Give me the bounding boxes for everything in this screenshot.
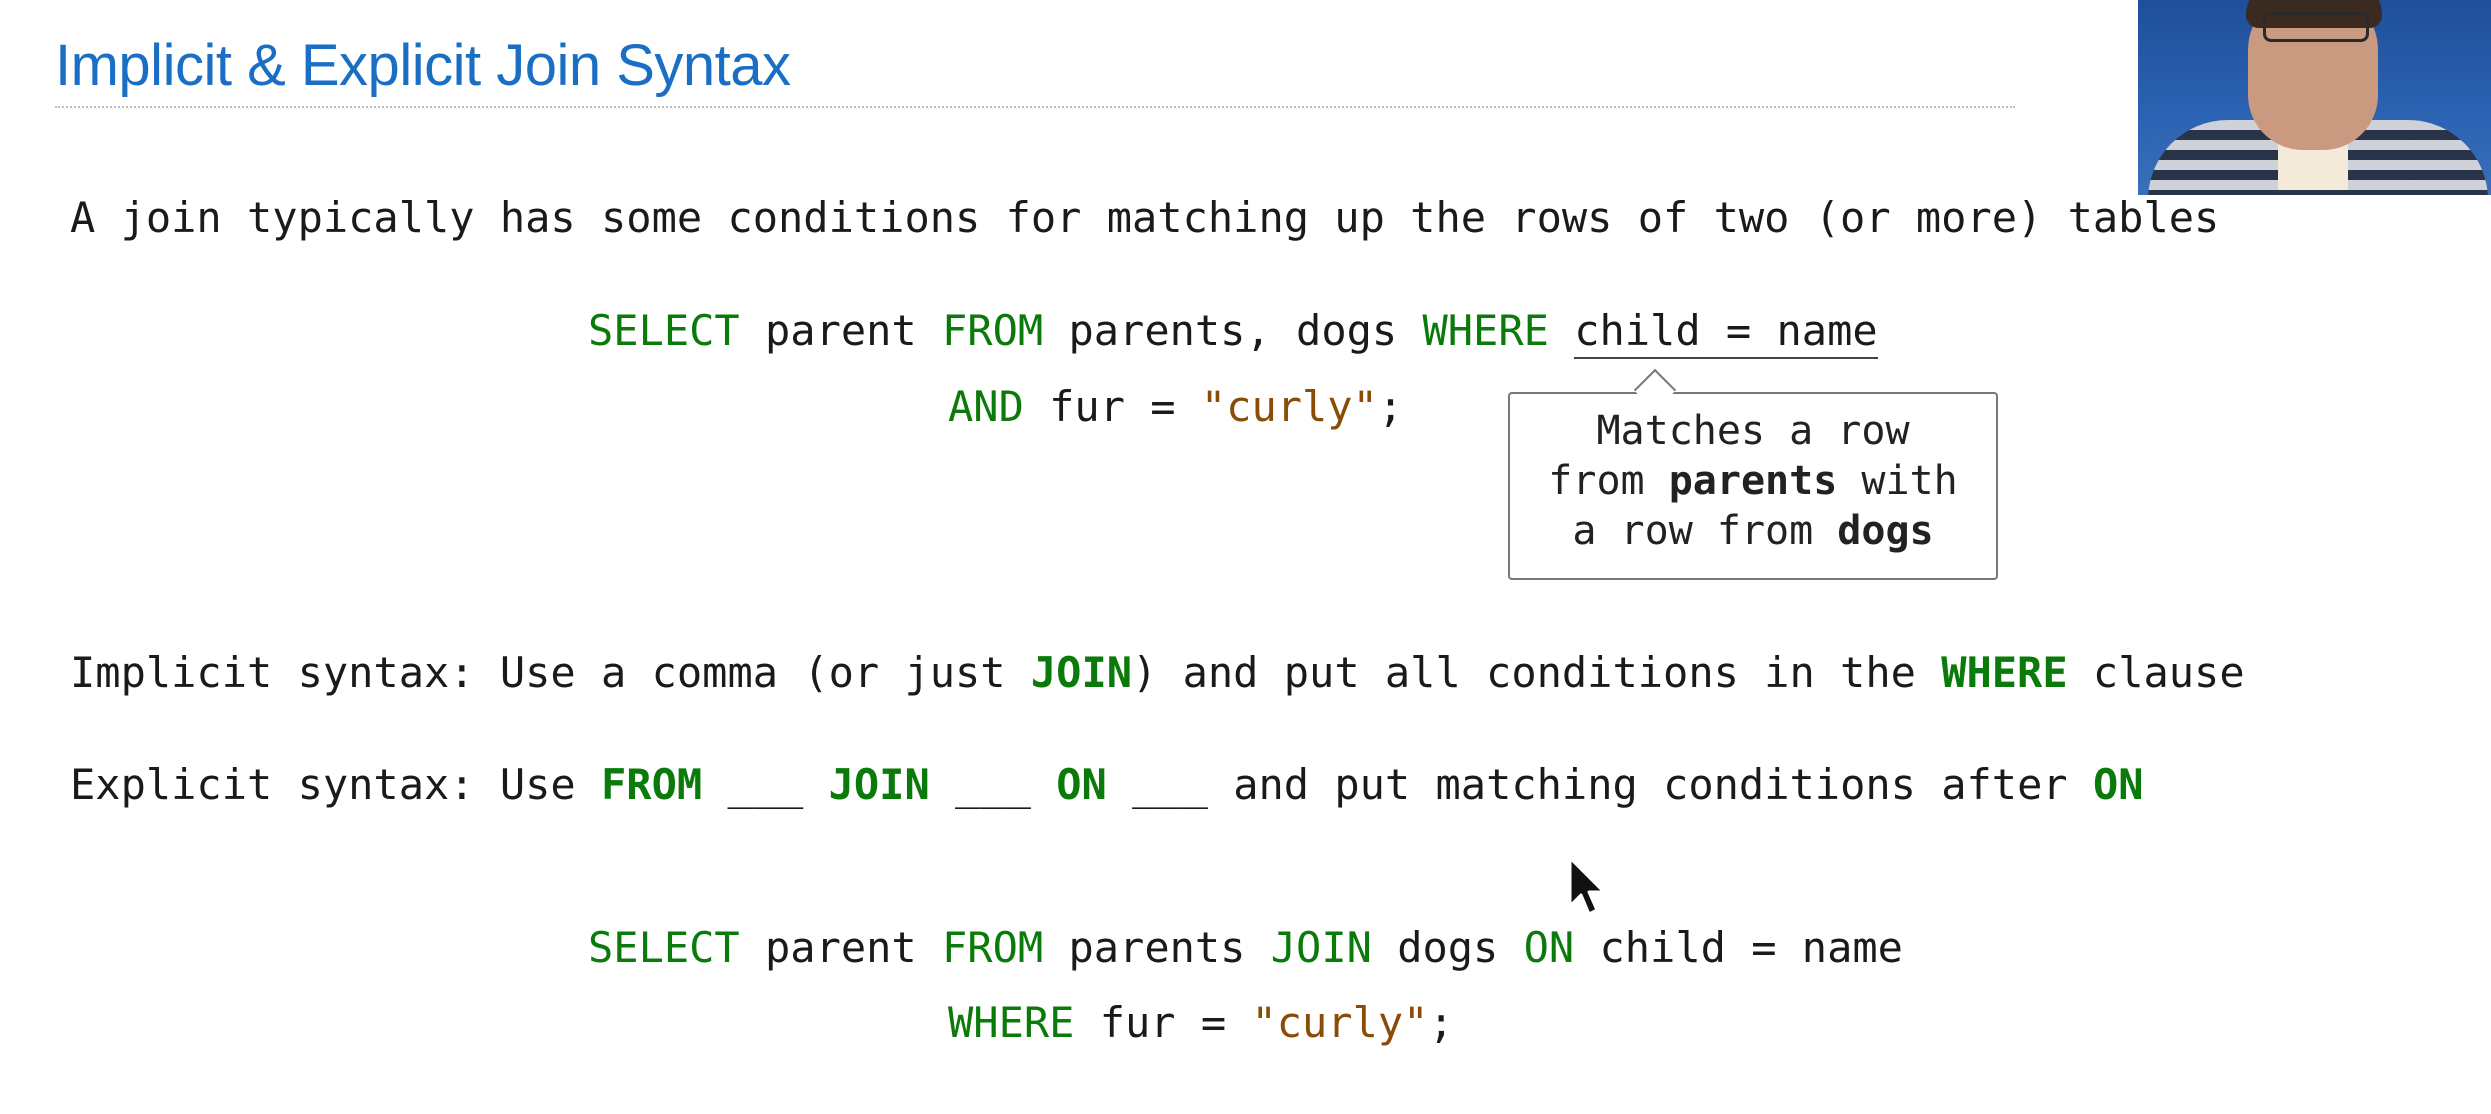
text: Implicit syntax: Use a comma (or just — [70, 648, 1031, 697]
presenter-video — [2138, 0, 2491, 195]
callout-text: a row from — [1572, 508, 1838, 554]
code-text: fur = — [1023, 382, 1201, 431]
keyword-from: FROM — [942, 306, 1044, 355]
keyword-join: JOIN — [828, 760, 930, 809]
code-text: dogs — [1371, 923, 1524, 972]
callout-line-1: Matches a row — [1596, 408, 1910, 454]
text: ___ — [702, 760, 829, 809]
query1-line2: AND fur = "curly"; — [948, 381, 1403, 433]
callout-bold-dogs: dogs — [1837, 508, 1934, 554]
keyword-on: ON — [1523, 923, 1575, 972]
query2-line1: SELECT parent FROM parents JOIN dogs ON … — [588, 922, 1903, 974]
code-text: parent — [739, 306, 943, 355]
text: clause — [2067, 648, 2245, 697]
text: ) and put all conditions in the — [1132, 648, 1942, 697]
callout-line-2: from parents with — [1510, 456, 1996, 506]
keyword-on: ON — [2092, 760, 2144, 809]
callout-text: with — [1837, 458, 1958, 504]
string-literal: "curly" — [1200, 382, 1378, 431]
query2-line2: WHERE fur = "curly"; — [948, 997, 1454, 1049]
code-text: parent — [739, 923, 943, 972]
keyword-and: AND — [948, 382, 1024, 431]
code-text: parents — [1043, 923, 1271, 972]
code-text: fur = — [1074, 998, 1252, 1047]
code-text: child = name — [1574, 923, 1903, 972]
explicit-syntax-text: Explicit syntax: Use FROM ___ JOIN ___ O… — [70, 759, 2144, 811]
slide-title: Implicit & Explicit Join Syntax — [55, 33, 791, 98]
callout-line-3: a row from dogs — [1510, 506, 1996, 556]
keyword-select: SELECT — [588, 306, 740, 355]
string-literal: "curly" — [1251, 998, 1429, 1047]
presenter-glasses — [2263, 12, 2369, 42]
callout-bold-parents: parents — [1668, 458, 1838, 504]
keyword-where: WHERE — [1941, 648, 2068, 697]
code-text: parents, dogs — [1043, 306, 1423, 355]
code-text: ; — [1428, 998, 1454, 1047]
keyword-on: ON — [1056, 760, 1107, 809]
keyword-where: WHERE — [948, 998, 1075, 1047]
query1-line1: SELECT parent FROM parents, dogs WHERE c… — [588, 305, 1878, 359]
keyword-where: WHERE — [1422, 306, 1549, 355]
callout-box: Matches a row from parents with a row fr… — [1508, 392, 1998, 580]
intro-text: A join typically has some conditions for… — [70, 193, 2220, 242]
text: ___ — [929, 760, 1057, 809]
title-divider — [55, 106, 2015, 108]
text: Explicit syntax: Use — [70, 760, 602, 809]
code-text: ; — [1377, 382, 1404, 431]
keyword-join: JOIN — [1030, 648, 1133, 697]
keyword-from: FROM — [942, 923, 1044, 972]
implicit-syntax-text: Implicit syntax: Use a comma (or just JO… — [70, 647, 2245, 699]
keyword-from: FROM — [601, 760, 703, 809]
keyword-select: SELECT — [588, 923, 740, 972]
text: ___ and put matching conditions after — [1106, 760, 2093, 809]
keyword-join: JOIN — [1270, 923, 1372, 972]
join-condition: child = name — [1574, 306, 1878, 359]
mouse-pointer-icon — [1568, 856, 1606, 916]
callout-text: from — [1548, 458, 1669, 504]
